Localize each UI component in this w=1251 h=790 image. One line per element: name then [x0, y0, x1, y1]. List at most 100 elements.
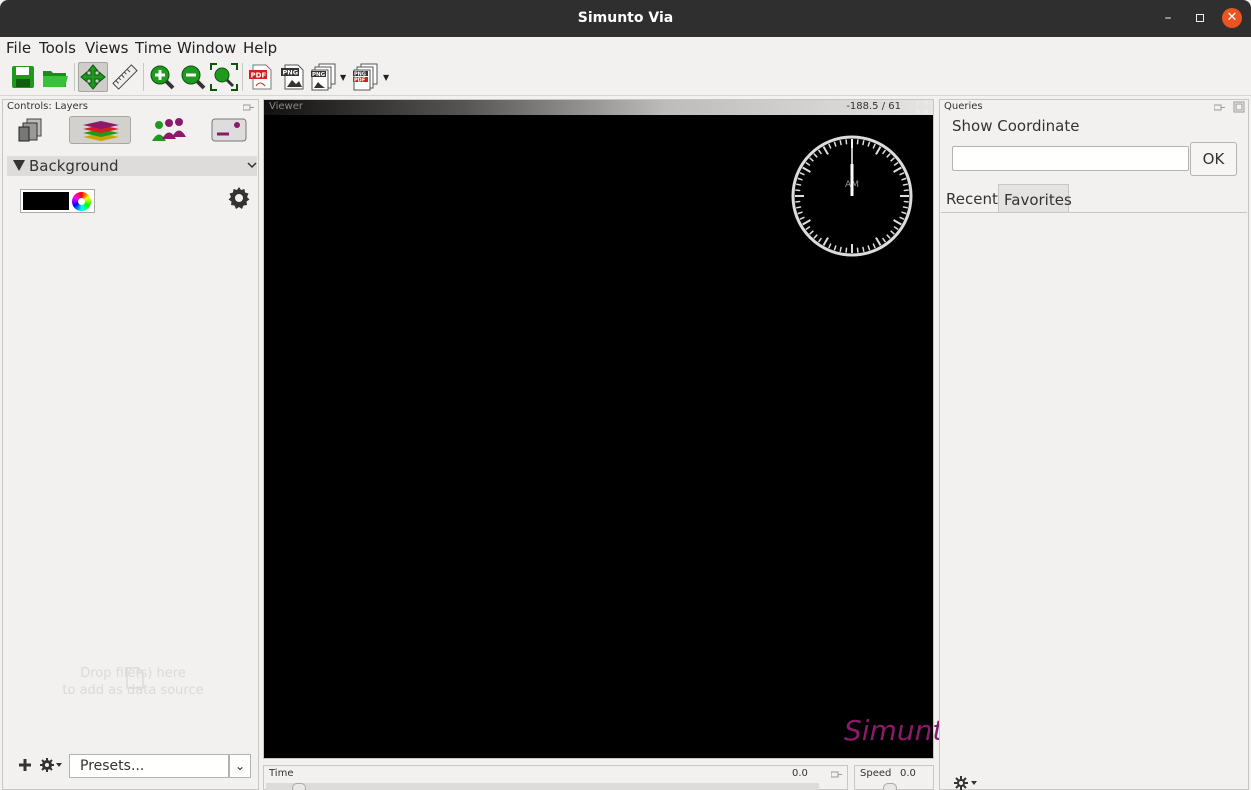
- clock-tick: [903, 189, 909, 192]
- clock-tick: [872, 143, 876, 149]
- time-label: Time: [269, 768, 294, 779]
- clock-tick: [799, 216, 805, 220]
- speed-panel: Speed 0.0: [854, 765, 934, 790]
- clock-tick: [875, 146, 882, 155]
- zoom-out-button[interactable]: [178, 62, 208, 92]
- scenario-icon: [211, 118, 247, 142]
- zoom-in-button[interactable]: [147, 62, 177, 92]
- clock-tick: [828, 243, 832, 249]
- background-color-picker[interactable]: [20, 189, 95, 213]
- menu-views[interactable]: Views: [85, 39, 128, 57]
- clock-tick: [796, 206, 802, 209]
- clock-tick: [839, 140, 842, 146]
- pin-icon[interactable]: [1214, 103, 1225, 112]
- viewer-panel[interactable]: Viewer -188.5 / 61 AM Simunto: [263, 99, 960, 759]
- restore-panel-icon[interactable]: [1233, 101, 1245, 113]
- chevron-down-icon[interactable]: ▼: [340, 73, 346, 82]
- export-png-series-button[interactable]: PNG: [309, 62, 339, 92]
- clock-tick: [845, 247, 848, 253]
- time-slider-thumb[interactable]: [292, 783, 306, 790]
- menu-time[interactable]: Time: [135, 39, 172, 57]
- toolbar: PDF PNG PNG ▼ PNG PDF ▼: [0, 59, 1251, 96]
- open-button[interactable]: [40, 62, 70, 92]
- clock-tick: [822, 237, 829, 246]
- zoom-out-icon: [181, 65, 206, 90]
- time-slider-track[interactable]: [266, 783, 819, 790]
- export-png-series-icon: PNG: [311, 63, 336, 91]
- maximize-button[interactable]: [1190, 8, 1210, 28]
- clock-tick: [856, 247, 859, 253]
- toolbar-separator: [143, 63, 144, 91]
- close-button[interactable]: ✕: [1222, 8, 1242, 28]
- tab-scenario[interactable]: [199, 116, 261, 144]
- clock-tick: [817, 149, 823, 155]
- toolbar-separator: [74, 63, 75, 91]
- minimize-button[interactable]: –: [1158, 8, 1178, 28]
- clock-tick: [893, 161, 899, 167]
- chevron-down-icon[interactable]: ▼: [383, 73, 389, 82]
- clock-tick: [901, 177, 907, 181]
- layers-panel: Controls: Layers Background Drop file(s)…: [2, 99, 259, 790]
- tab-recent[interactable]: Recent: [941, 184, 998, 212]
- presets-select[interactable]: Presets...: [69, 754, 229, 778]
- export-png-button[interactable]: PNG: [278, 62, 308, 92]
- settings-gear-icon[interactable]: [40, 758, 64, 772]
- gear-icon[interactable]: [227, 186, 251, 210]
- clock-tick: [886, 153, 891, 158]
- tab-favorites[interactable]: Favorites: [998, 184, 1072, 212]
- tab-agents[interactable]: [137, 116, 199, 144]
- zoom-in-icon: [150, 65, 175, 90]
- background-color-swatch[interactable]: [23, 192, 69, 210]
- clock-tick: [893, 219, 902, 226]
- background-section-header[interactable]: Background: [7, 156, 257, 176]
- clock-tick: [805, 225, 811, 231]
- clock-tick: [833, 245, 837, 251]
- ok-button[interactable]: OK: [1190, 142, 1237, 176]
- speed-value: 0.0: [900, 768, 916, 779]
- clock-tick: [813, 153, 818, 158]
- toolbar-separator: [242, 63, 243, 91]
- export-png-pdf-series-button[interactable]: PNG PDF: [351, 62, 381, 92]
- menu-tools[interactable]: Tools: [39, 39, 76, 57]
- clock-tick: [862, 140, 865, 146]
- presets-dropdown-button[interactable]: ⌄: [229, 754, 251, 778]
- menu-help[interactable]: Help: [243, 39, 277, 57]
- analog-clock: AM: [791, 135, 913, 257]
- export-pdf-button[interactable]: PDF: [246, 62, 276, 92]
- section-menu-icon[interactable]: [247, 160, 257, 170]
- clock-tick: [797, 211, 803, 215]
- settings-gear-icon[interactable]: [954, 776, 980, 790]
- save-button[interactable]: [8, 62, 38, 92]
- pan-tool-button[interactable]: [78, 62, 108, 92]
- maximize-icon: [1196, 14, 1204, 22]
- color-wheel-icon[interactable]: [72, 192, 91, 211]
- maximize-viewer-icon[interactable]: [916, 101, 928, 113]
- coordinate-input[interactable]: [952, 146, 1189, 171]
- coordinate-readout: -188.5 / 61: [846, 101, 901, 112]
- clock-tick: [805, 161, 811, 167]
- clock-tick: [809, 157, 814, 162]
- pin-icon[interactable]: [831, 770, 842, 779]
- clock-tick: [802, 166, 811, 173]
- clock-tick: [867, 141, 871, 147]
- menu-file[interactable]: File: [6, 39, 31, 57]
- zoom-fit-button[interactable]: [209, 62, 239, 92]
- svg-text:PNG: PNG: [283, 69, 299, 77]
- layer-mode-tabs: [7, 116, 257, 146]
- add-icon[interactable]: [18, 758, 32, 772]
- clock-tick: [890, 230, 895, 235]
- clock-tick: [802, 219, 811, 226]
- tab-data-sources[interactable]: [7, 116, 69, 144]
- open-folder-icon: [43, 71, 68, 87]
- clock-tick: [902, 183, 908, 186]
- menu-window[interactable]: Window: [177, 39, 236, 57]
- export-png-icon: PNG: [281, 64, 304, 90]
- tab-layers[interactable]: [69, 116, 131, 144]
- clock-tick: [795, 200, 801, 203]
- documents-icon: [18, 118, 42, 142]
- collapse-triangle-icon[interactable]: [13, 160, 25, 171]
- pin-icon[interactable]: [243, 103, 254, 112]
- measure-tool-button[interactable]: [110, 62, 140, 92]
- viewer-title: Viewer: [269, 101, 303, 112]
- speed-slider-thumb[interactable]: [883, 783, 897, 790]
